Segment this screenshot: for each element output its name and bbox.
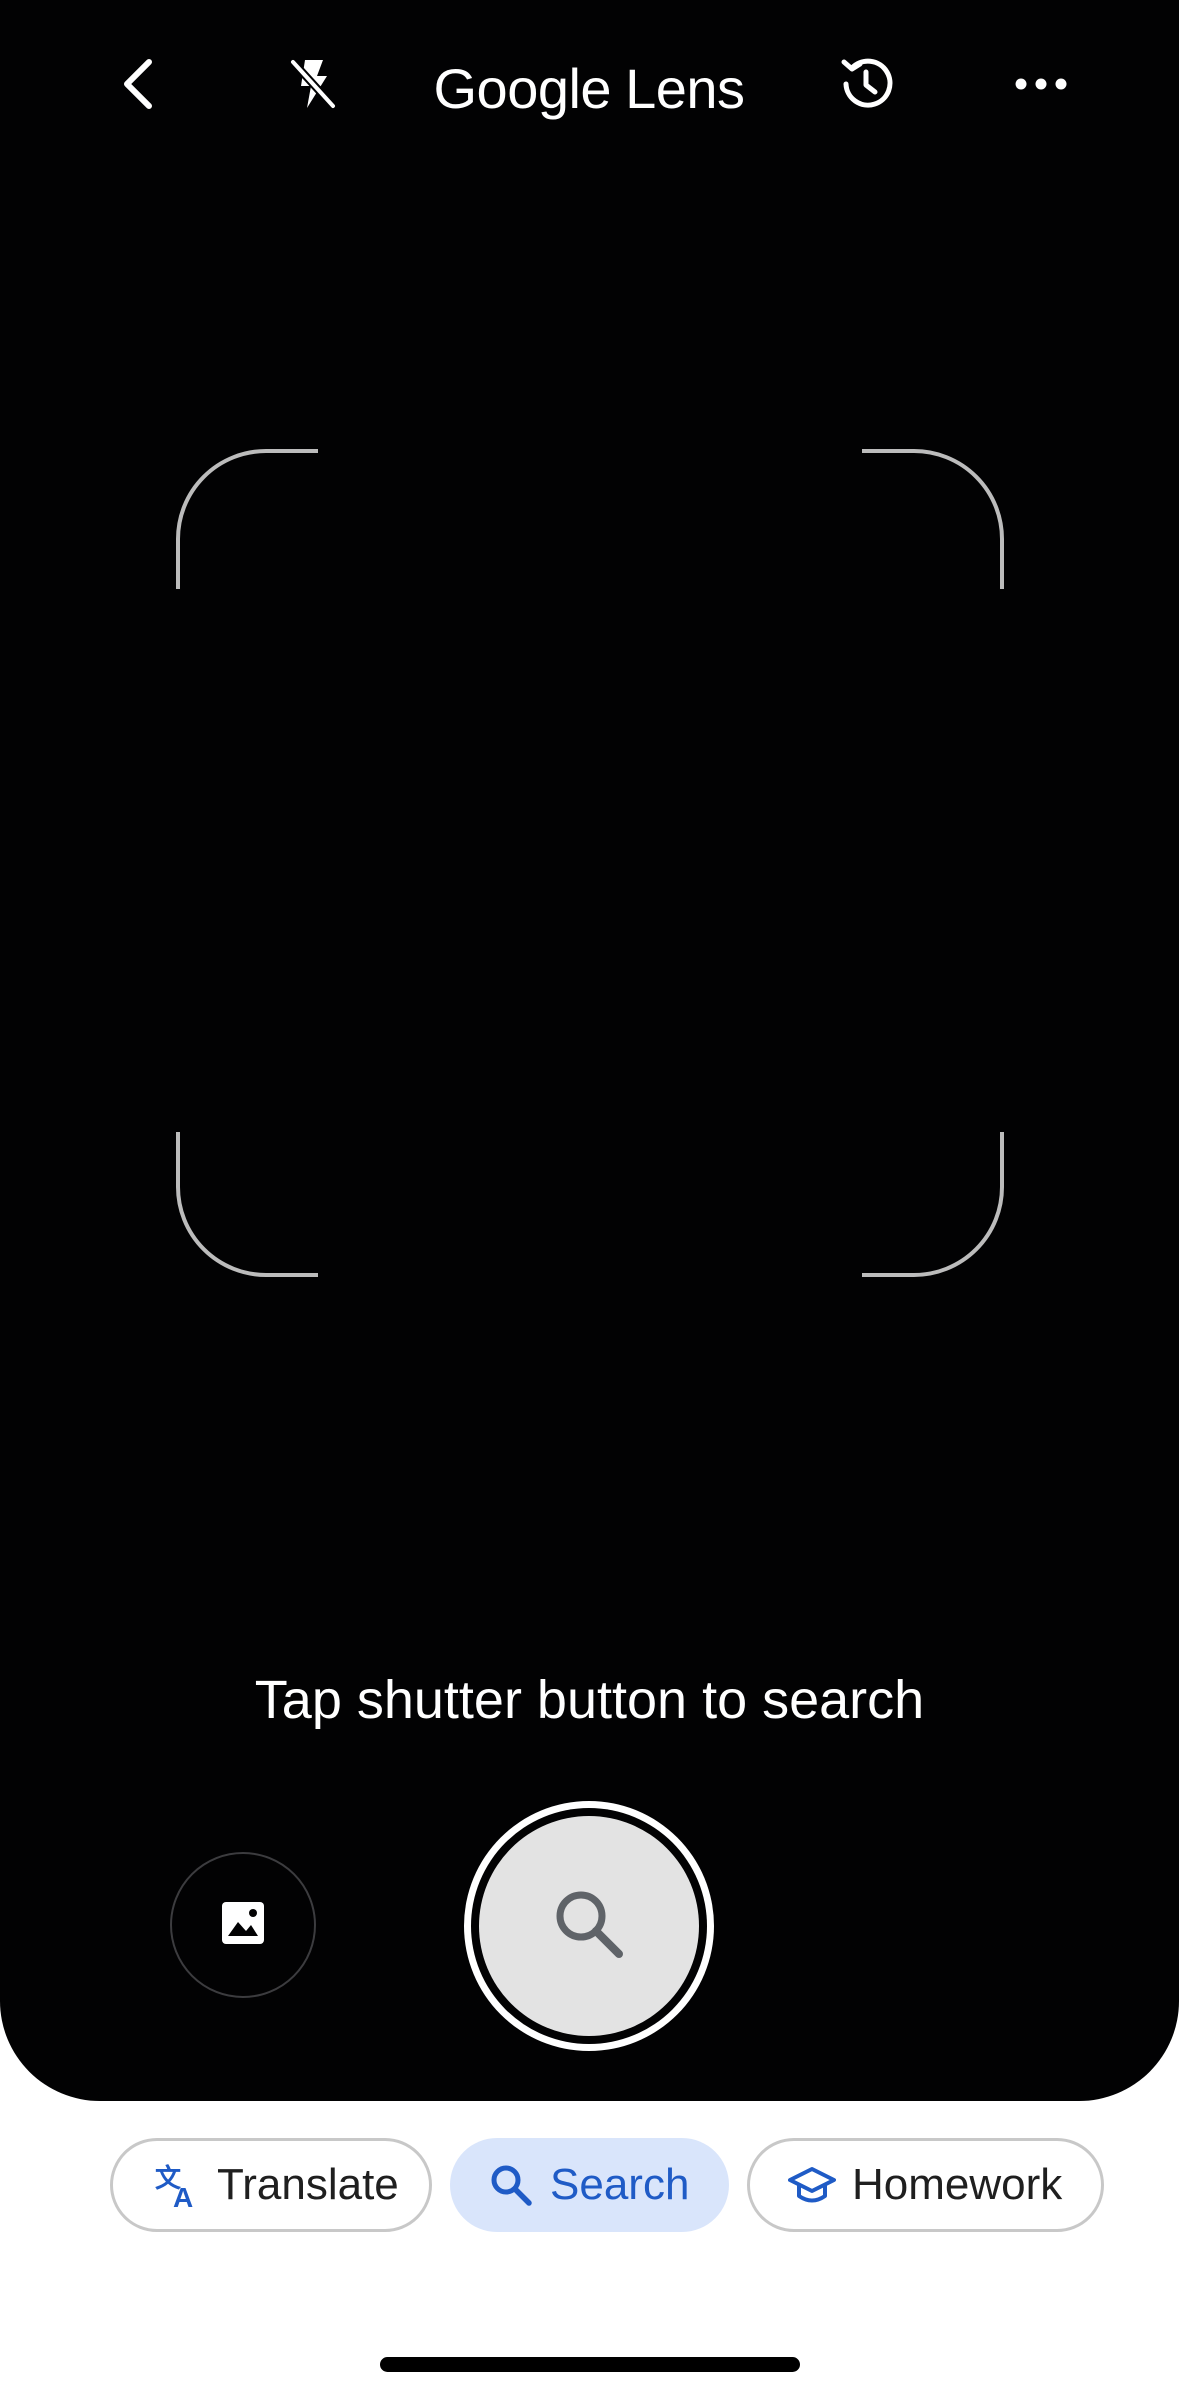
homework-icon xyxy=(788,2161,836,2209)
title-product: Lens xyxy=(625,56,745,120)
shutter-ring xyxy=(471,1808,707,2044)
mode-homework-label: Homework xyxy=(852,2160,1063,2209)
history-icon xyxy=(834,52,898,121)
mode-translate-chip[interactable]: 文 A Translate xyxy=(110,2138,432,2232)
mode-homework-chip[interactable]: Homework xyxy=(747,2138,1104,2232)
app-title: Google Lens xyxy=(389,48,789,128)
shutter-hint: Tap shutter button to search xyxy=(254,1670,925,1730)
gallery-button[interactable] xyxy=(170,1852,316,1998)
svg-text:A: A xyxy=(173,2182,193,2209)
home-indicator[interactable] xyxy=(380,2357,800,2372)
title-brand: Google xyxy=(433,56,612,120)
flash-toggle-button[interactable] xyxy=(265,38,361,134)
search-icon xyxy=(551,1886,627,1967)
mode-search-label: Search xyxy=(550,2160,690,2209)
more-horizontal-icon xyxy=(1011,74,1071,99)
scan-frame-corners xyxy=(176,449,1004,1277)
camera-viewfinder[interactable]: Google Lens Tap shutter button to search xyxy=(0,0,1179,2101)
history-button[interactable] xyxy=(818,38,914,134)
chevron-left-icon xyxy=(113,54,163,119)
back-button[interactable] xyxy=(90,38,186,134)
mode-search-chip[interactable]: Search xyxy=(450,2138,729,2232)
flash-off-icon xyxy=(283,54,343,119)
mode-translate-label: Translate xyxy=(217,2160,399,2209)
more-options-button[interactable] xyxy=(993,38,1089,134)
translate-icon: 文 A xyxy=(153,2161,201,2209)
shutter-face xyxy=(479,1816,699,2036)
search-icon xyxy=(488,2162,534,2208)
image-icon xyxy=(220,1900,266,1951)
shutter-button[interactable] xyxy=(464,1801,714,2051)
